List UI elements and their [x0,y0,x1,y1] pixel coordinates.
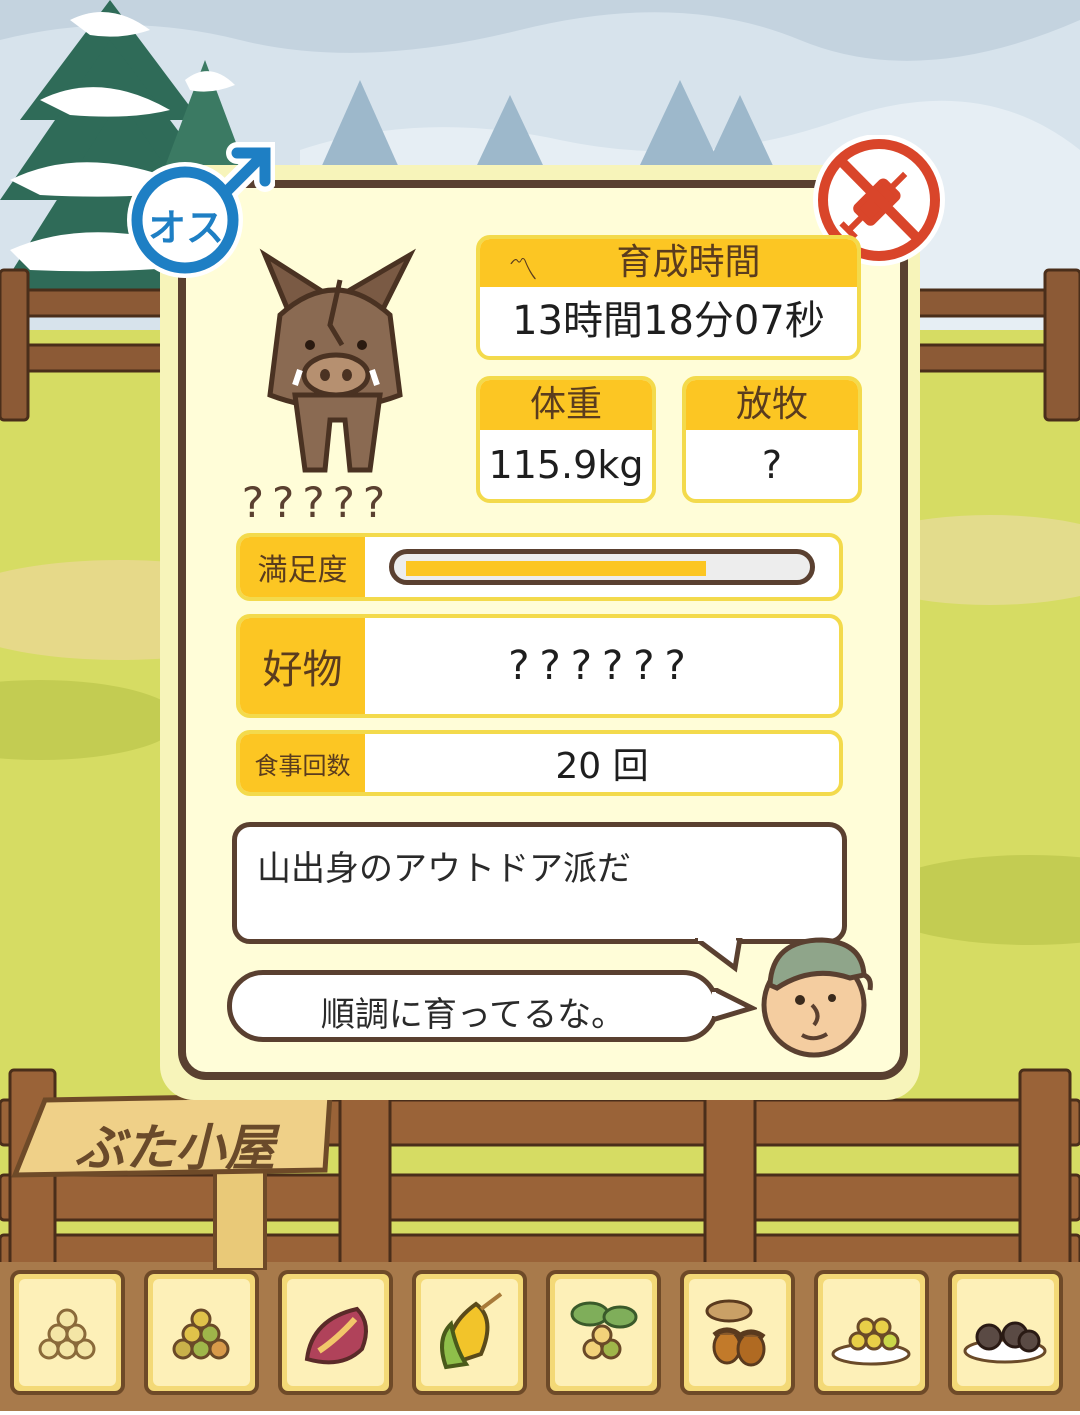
food-slot[interactable] [412,1270,527,1395]
favorite-food-label: 好物 [240,618,365,714]
tail-icon: 〽 [508,253,538,288]
food-slot[interactable] [948,1270,1063,1395]
grazing-value: ? [761,443,783,487]
meal-count-row: 食事回数 20 回 [236,730,843,796]
boar-portrait [250,245,420,480]
food-slot[interactable] [546,1270,661,1395]
farmer-avatar [752,930,877,1060]
raise-time-header: 〽 育成時間 [480,239,857,288]
dark-balls-plate-icon [963,1321,1047,1364]
sign-title: ぶた小屋 [75,1118,275,1177]
description-text: 山出身のアウトドア派だ [257,849,631,889]
food-slot-inner [555,1279,652,1386]
food-slot[interactable] [278,1270,393,1395]
farmer-comment-text: 順調に育ってるな。 [320,995,626,1035]
corn-icon [440,1292,503,1370]
raise-time-label: 育成時間 [616,242,761,283]
satisfaction-label: 満足度 [240,537,365,597]
satisfaction-row: 満足度 [236,533,843,601]
farmer-face-icon [761,937,873,1058]
mixed-beans-icon [172,1308,230,1360]
favorite-food-row: 好物 ?????? [236,614,843,718]
weight-card: 体重 115.9kg [476,376,656,503]
satisfaction-meter-fill [406,561,706,576]
weight-label: 体重 [480,380,652,430]
food-slot[interactable] [814,1270,929,1395]
food-slot-inner [153,1279,250,1386]
food-slot[interactable] [10,1270,125,1395]
pig-name: ????? [241,478,394,527]
grain-plate-icon [831,1317,911,1366]
grazing-card: 放牧 ? [682,376,862,503]
meal-count-label: 食事回数 [240,734,365,792]
wild-boar-icon [259,248,416,473]
farmer-comment-bubble: 順調に育ってるな。 [227,970,719,1042]
meal-count-value: 20 回 [555,746,649,787]
satisfaction-meter [389,549,815,585]
description-bubble: 山出身のアウトドア派だ [232,822,847,944]
gender-label: オス [147,206,224,250]
sweet-potato-icon [304,1306,368,1365]
pig-hut-sign: ぶた小屋 [10,1090,335,1270]
favorite-food-value: ?????? [508,643,696,689]
food-slot-inner [689,1279,786,1386]
farmer-bubble-tail [712,988,757,1023]
raise-time-card: 〽 育成時間 13時間18分07秒 [476,235,861,360]
food-slot-inner [957,1279,1054,1386]
food-slot[interactable] [680,1270,795,1395]
raise-time-value: 13時間18分07秒 [512,298,825,344]
leafy-berries-icon [570,1301,638,1360]
weight-value: 115.9kg [488,443,644,487]
food-slot-inner [421,1279,518,1386]
food-slot-inner [19,1279,116,1386]
acorns-icon [705,1299,766,1367]
soybeans-icon [38,1308,96,1360]
food-slot-inner [287,1279,384,1386]
food-slot-inner [823,1279,920,1386]
satisfaction-meter-area [365,537,839,597]
food-slot[interactable] [144,1270,259,1395]
grazing-label: 放牧 [686,380,858,430]
description-bubble-tail [695,938,743,973]
